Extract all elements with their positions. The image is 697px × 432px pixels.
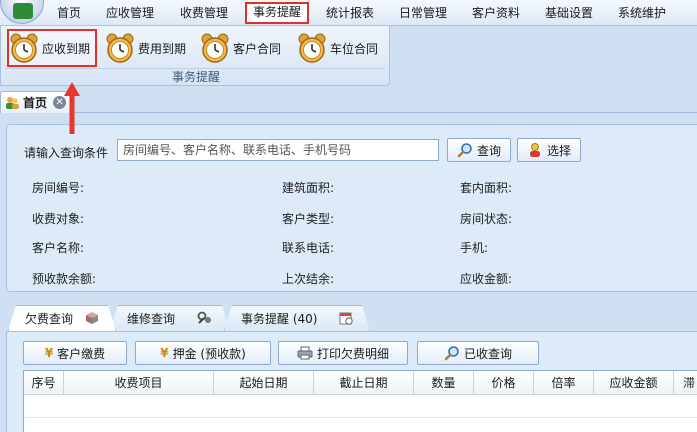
calendar-icon [339, 311, 353, 328]
deposit-label: 押金 (预收款) [172, 346, 246, 361]
alarm-clock-icon [298, 33, 326, 63]
field-receivable-amount: 应收金额: [460, 272, 513, 286]
sub-tab-strip: 欠费查询 维修查询 事务提醒 (40) [0, 305, 697, 331]
field-room-no: 房间编号: [32, 181, 85, 195]
col-header[interactable]: 滞 [674, 371, 697, 395]
home-user-icon [6, 96, 19, 109]
col-header[interactable]: 截止日期 [314, 371, 414, 395]
tab-repair-label: 维修查询 [127, 312, 176, 326]
alarm-clock-icon [201, 33, 229, 63]
yen-icon: ¥ [44, 346, 54, 360]
field-mobile: 手机: [460, 241, 489, 255]
annotation-arrow [64, 82, 80, 134]
search-input[interactable] [117, 139, 439, 161]
tab-arrears-label: 欠费查询 [25, 312, 74, 326]
query-label: 请输入查询条件 [24, 146, 109, 160]
field-customer-name: 客户名称: [32, 241, 85, 255]
app-logo[interactable] [0, 0, 44, 24]
fee-due-label: 费用到期 [138, 41, 187, 56]
field-building-area: 建筑面积: [282, 181, 335, 195]
tab-repair-query[interactable]: 维修查询 [110, 305, 230, 331]
magnifier-icon [457, 142, 473, 158]
menu-settings[interactable]: 基础设置 [539, 3, 599, 23]
menu-receivables[interactable]: 应收管理 [100, 3, 160, 23]
box-icon [85, 311, 99, 328]
menu-bar: 首页 应收管理 收费管理 事务提醒 统计报表 日常管理 客户资料 基础设置 系统… [0, 0, 697, 26]
received-query-label: 已收查询 [463, 346, 512, 361]
deposit-button[interactable]: ¥ 押金 (预收款) [135, 341, 271, 365]
select-button-label: 选择 [546, 143, 571, 158]
ribbon-group-label: 事务提醒 [171, 70, 220, 84]
menu-reports[interactable]: 统计报表 [320, 3, 380, 23]
search-button[interactable]: 查询 [447, 138, 511, 162]
col-header[interactable]: 序号 [24, 371, 64, 395]
col-header[interactable]: 收费项目 [64, 371, 214, 395]
user-select-icon [527, 142, 543, 158]
printer-icon [297, 346, 313, 360]
select-button[interactable]: 选择 [517, 138, 581, 162]
tab-home-label: 首页 [23, 96, 48, 110]
alarm-clock-icon [106, 33, 134, 63]
magnifier-icon [444, 345, 460, 361]
tab-reminders-label: 事务提醒 (40) [241, 312, 318, 326]
ribbon-empty-area [390, 26, 697, 86]
customer-contract-button[interactable]: 客户合同 [200, 29, 290, 67]
ribbon-group: 应收到期 费用到期 客户合同 车位合同 事务提醒 [0, 26, 390, 86]
customer-payment-button[interactable]: ¥ 客户缴费 [23, 341, 127, 365]
menu-customers[interactable]: 客户资料 [466, 3, 526, 23]
received-query-button[interactable]: 已收查询 [417, 341, 539, 365]
tab-arrears-query[interactable]: 欠费查询 [8, 305, 116, 331]
yen-icon: ¥ [160, 346, 169, 360]
search-button-label: 查询 [476, 143, 501, 158]
menu-reminders[interactable]: 事务提醒 [245, 2, 309, 24]
tools-icon [197, 311, 213, 328]
customer-payment-label: 客户缴费 [57, 346, 106, 361]
field-room-status: 房间状态: [460, 212, 513, 226]
alarm-clock-icon [10, 33, 38, 63]
document-tab-strip: 首页 ✕ [0, 89, 697, 113]
tab-reminders[interactable]: 事务提醒 (40) [224, 305, 370, 331]
col-header[interactable]: 起始日期 [214, 371, 314, 395]
receivable-due-button[interactable]: 应收到期 [7, 29, 97, 67]
col-header[interactable]: 价格 [474, 371, 534, 395]
print-arrears-label: 打印欠费明细 [316, 346, 389, 361]
col-header[interactable]: 应收金额 [594, 371, 674, 395]
menu-charges[interactable]: 收费管理 [173, 3, 235, 23]
receivable-due-label: 应收到期 [42, 41, 91, 56]
field-inner-area: 套内面积: [460, 181, 513, 195]
field-customer-type: 客户类型: [282, 212, 335, 226]
menu-home[interactable]: 首页 [50, 3, 88, 23]
customer-contract-label: 客户合同 [233, 41, 282, 56]
print-arrears-button[interactable]: 打印欠费明细 [278, 341, 408, 365]
col-header[interactable]: 数量 [414, 371, 474, 395]
parking-contract-label: 车位合同 [330, 41, 379, 56]
menu-system[interactable]: 系统维护 [612, 3, 672, 23]
parking-contract-button[interactable]: 车位合同 [297, 29, 387, 67]
menu-daily[interactable]: 日常管理 [393, 3, 453, 23]
col-header[interactable]: 倍率 [534, 371, 594, 395]
fee-due-button[interactable]: 费用到期 [105, 29, 191, 67]
grid-header: 序号 收费项目 起始日期 截止日期 数量 价格 倍率 应收金额 滞 [24, 371, 697, 395]
field-charge-target: 收费对象: [32, 212, 85, 226]
arrears-grid[interactable]: 序号 收费项目 起始日期 截止日期 数量 价格 倍率 应收金额 滞 [23, 370, 697, 432]
field-prepaid-balance: 预收款余额: [32, 272, 97, 286]
field-contact-phone: 联系电话: [282, 241, 335, 255]
query-panel: 请输入查询条件 查询 选择 房间编号: 建筑面积: 套内面积: 收费对象: 客户… [6, 124, 697, 292]
field-last-settlement: 上次结余: [282, 272, 335, 286]
grid-row-divider [24, 417, 697, 418]
